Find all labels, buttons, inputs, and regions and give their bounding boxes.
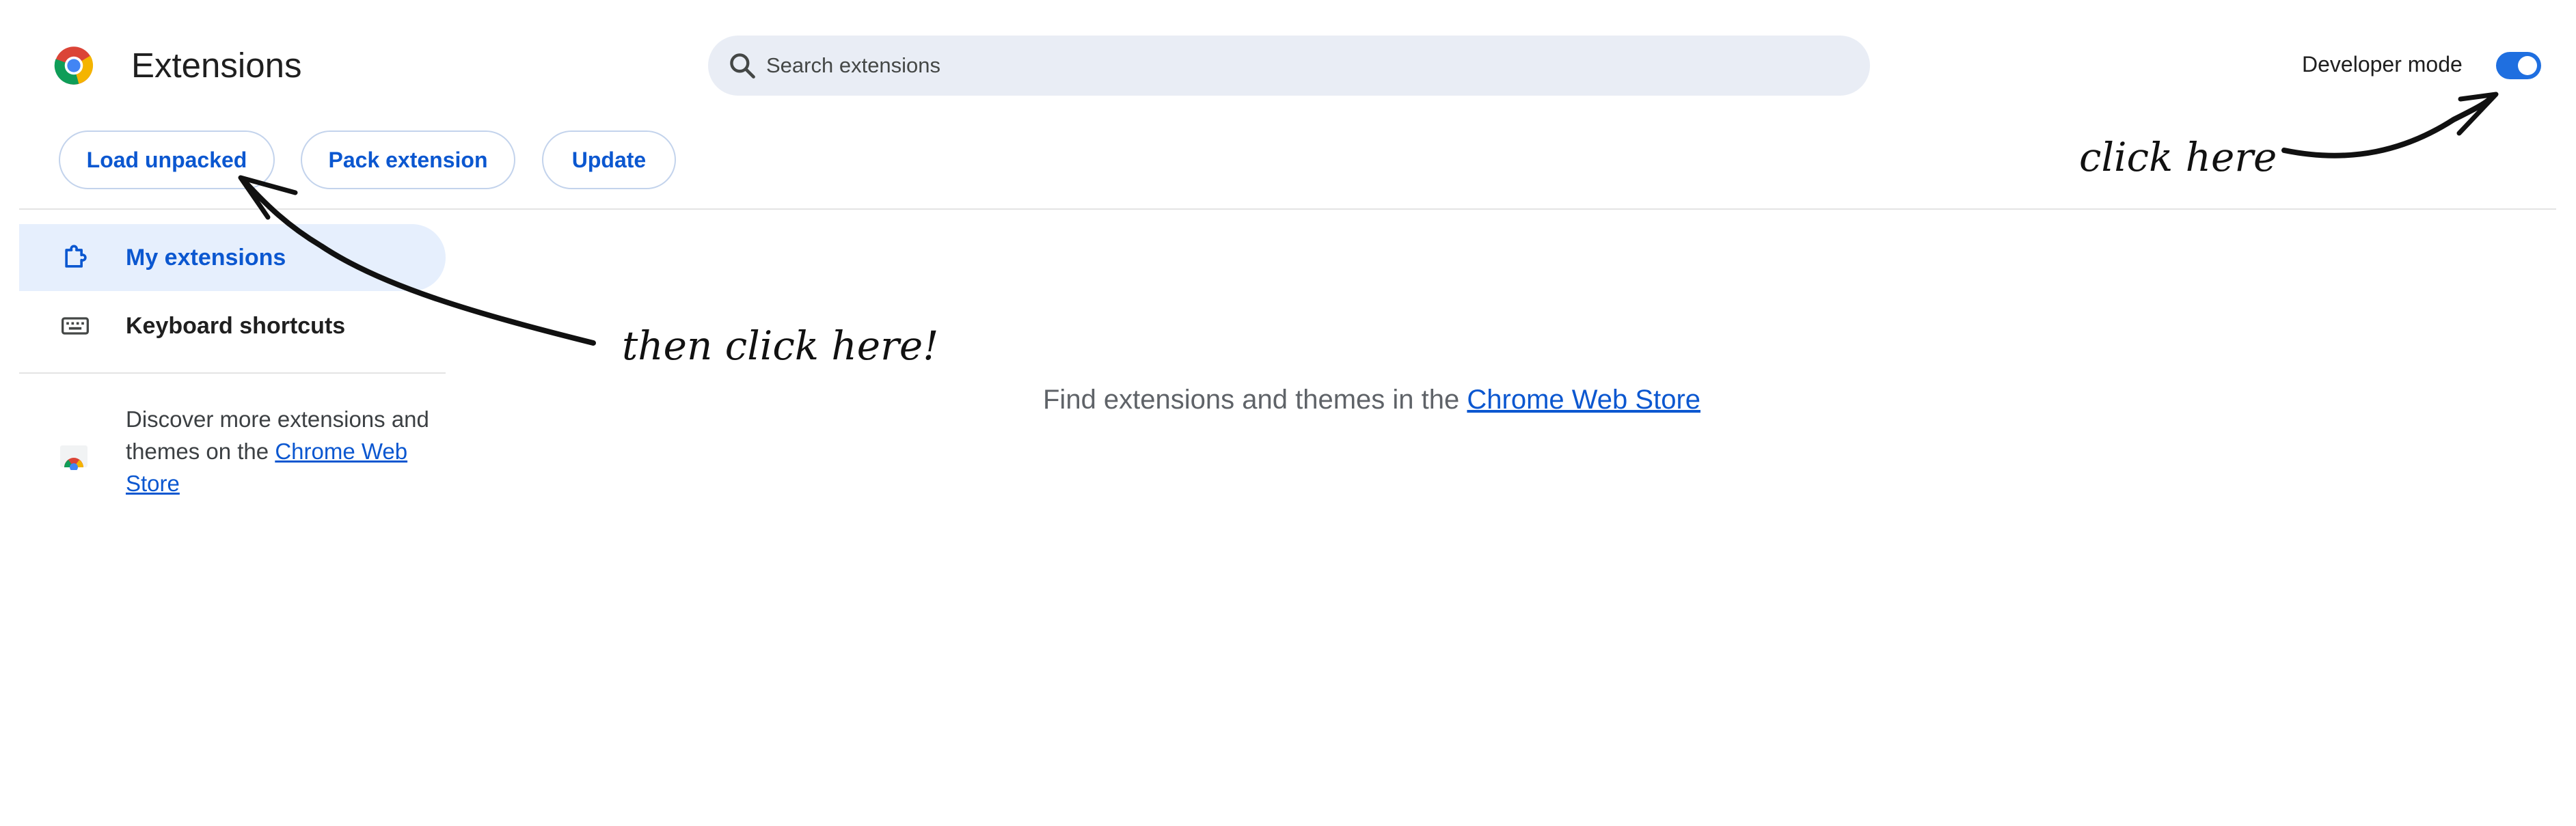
annotation-click-here: click here — [2079, 134, 2277, 180]
sidebar-item-keyboard-shortcuts[interactable]: Keyboard shortcuts — [19, 292, 446, 359]
sidebar-item-label: Keyboard shortcuts — [126, 312, 346, 339]
empty-state-message: Find extensions and themes in the Chrome… — [1043, 385, 1700, 415]
sidebar-item-my-extensions[interactable]: My extensions — [19, 224, 446, 291]
developer-mode-toggle[interactable] — [2496, 52, 2541, 79]
empty-state-text: Find extensions and themes in the — [1043, 385, 1460, 415]
toggle-knob — [2518, 56, 2537, 75]
puzzle-icon — [65, 245, 87, 268]
chrome-logo-icon — [54, 46, 94, 85]
sidebar-divider — [19, 372, 446, 374]
search-input[interactable] — [766, 36, 1846, 96]
update-button[interactable]: Update — [542, 130, 676, 189]
arrowhead-toggle — [2456, 92, 2499, 136]
chrome-web-store-link[interactable]: Chrome Web Store — [1467, 385, 1700, 415]
header-divider — [19, 208, 2556, 210]
web-store-icon — [60, 445, 87, 470]
search-icon — [730, 53, 755, 79]
pack-extension-button[interactable]: Pack extension — [301, 130, 515, 189]
annotation-then-click-here: then click here! — [622, 322, 939, 369]
discover-more-text: Discover more extensions and themes on t… — [126, 403, 440, 499]
page-title: Extensions — [131, 46, 302, 85]
arrow-to-toggle — [2281, 93, 2496, 159]
load-unpacked-button[interactable]: Load unpacked — [59, 130, 275, 189]
search-bar[interactable] — [708, 36, 1870, 96]
developer-mode-label: Developer mode — [2302, 52, 2463, 77]
keyboard-icon — [62, 317, 89, 335]
sidebar-item-label: My extensions — [126, 244, 286, 271]
